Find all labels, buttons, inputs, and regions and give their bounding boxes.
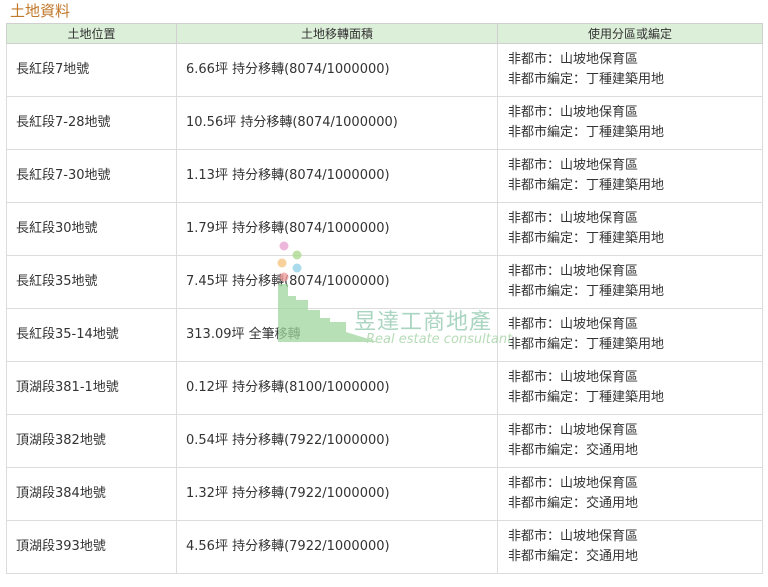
transfer-area-cell: 7.45坪 持分移轉(8074/1000000) <box>176 255 498 309</box>
zoning-line: 非都市：山坡地保育區 <box>508 264 639 279</box>
transfer-area-cell: 1.13坪 持分移轉(8074/1000000) <box>176 149 498 203</box>
zoning-cell: 非都市：山坡地保育區非都市編定：丁種建築用地 <box>497 43 763 97</box>
transfer-area-cell: 0.54坪 持分移轉(7922/1000000) <box>176 414 498 468</box>
table-row: 長紅段35-14地號 313.09坪 全筆移轉 非都市：山坡地保育區非都市編定：丁種… <box>6 308 763 362</box>
land-location-cell: 頂湖段382地號 <box>6 414 177 468</box>
zoning-line: 非都市：山坡地保育區 <box>508 158 639 173</box>
table-row: 頂湖段381-1地號 0.12坪 持分移轉(8100/1000000) 非都市：山坡… <box>6 361 763 415</box>
land-location-cell: 長紅段35-14地號 <box>6 308 177 362</box>
table-row: 頂湖段393地號 4.56坪 持分移轉(7922/1000000) 非都市：山坡地保… <box>6 520 763 574</box>
land-location-cell: 長紅段7地號 <box>6 43 177 97</box>
transfer-area-cell: 1.79坪 持分移轉(8074/1000000) <box>176 202 498 256</box>
header-zoning: 使用分區或編定 <box>497 23 763 44</box>
zoning-cell: 非都市：山坡地保育區非都市編定：丁種建築用地 <box>497 255 763 309</box>
table-row: 長紅段7-30地號 1.13坪 持分移轉(8074/1000000) 非都市：山坡地… <box>6 149 763 203</box>
table-header-row: 土地位置 土地移轉面積 使用分區或編定 <box>6 23 763 44</box>
designation-line: 非都市編定：丁種建築用地 <box>508 231 665 246</box>
section-title: 土地資料 <box>10 2 71 20</box>
zoning-cell: 非都市：山坡地保育區非都市編定：丁種建築用地 <box>497 96 763 150</box>
designation-line: 非都市編定：交通用地 <box>508 549 639 564</box>
designation-line: 非都市編定：丁種建築用地 <box>508 284 665 299</box>
table-row: 長紅段30地號 1.79坪 持分移轉(8074/1000000) 非都市：山坡地保育… <box>6 202 763 256</box>
zoning-cell: 非都市：山坡地保育區 非都市編定：交通用地 <box>497 467 763 521</box>
transfer-area-cell: 313.09坪 全筆移轉 <box>176 308 498 362</box>
designation-line: 非都市編定：丁種建築用地 <box>508 178 665 193</box>
transfer-area-cell: 10.56坪 持分移轉(8074/1000000) <box>176 96 498 150</box>
zoning-cell: 非都市：山坡地保育區非都市編定：丁種建築用地 <box>497 202 763 256</box>
land-location-cell: 長紅段7-30地號 <box>6 149 177 203</box>
zoning-line: 非都市：山坡地保育區 <box>508 529 639 544</box>
land-location-cell: 長紅段35地號 <box>6 255 177 309</box>
header-location: 土地位置 <box>6 23 177 44</box>
land-location-cell: 長紅段7-28地號 <box>6 96 177 150</box>
header-area: 土地移轉面積 <box>176 23 498 44</box>
transfer-area-cell: 1.32坪 持分移轉(7922/1000000) <box>176 467 498 521</box>
zoning-line: 非都市：山坡地保育區 <box>508 52 639 67</box>
table-row: 頂湖段382地號 0.54坪 持分移轉(7922/1000000) 非都市：山坡地保… <box>6 414 763 468</box>
land-location-cell: 頂湖段381-1地號 <box>6 361 177 415</box>
zoning-cell: 非都市：山坡地保育區非都市編定：丁種建築用地 <box>497 308 763 362</box>
table-row: 長紅段7地號 6.66坪 持分移轉(8074/1000000) 非都市：山坡地保育區… <box>6 43 763 97</box>
designation-line: 非都市編定：丁種建築用地 <box>508 390 665 405</box>
zoning-cell: 非都市：山坡地保育區非都市編定：丁種建築用地 <box>497 361 763 415</box>
table-row: 頂湖段384地號 1.32坪 持分移轉(7922/1000000) 非都市：山坡地保… <box>6 467 763 521</box>
zoning-line: 非都市：山坡地保育區 <box>508 105 639 120</box>
zoning-cell: 非都市：山坡地保育區 非都市編定：交通用地 <box>497 414 763 468</box>
transfer-area-cell: 4.56坪 持分移轉(7922/1000000) <box>176 520 498 574</box>
zoning-line: 非都市：山坡地保育區 <box>508 370 639 385</box>
designation-line: 非都市編定：交通用地 <box>508 496 639 511</box>
designation-line: 非都市編定：丁種建築用地 <box>508 72 665 87</box>
land-location-cell: 頂湖段393地號 <box>6 520 177 574</box>
designation-line: 非都市編定：丁種建築用地 <box>508 337 665 352</box>
transfer-area-cell: 0.12坪 持分移轉(8100/1000000) <box>176 361 498 415</box>
table-row: 長紅段35地號 7.45坪 持分移轉(8074/1000000) 非都市：山坡地保育… <box>6 255 763 309</box>
transfer-area-cell: 6.66坪 持分移轉(8074/1000000) <box>176 43 498 97</box>
zoning-cell: 非都市：山坡地保育區非都市編定：丁種建築用地 <box>497 149 763 203</box>
land-location-cell: 長紅段30地號 <box>6 202 177 256</box>
land-table: 土地位置 土地移轉面積 使用分區或編定 長紅段7地號 6.66坪 持分移轉(807… <box>6 23 763 574</box>
designation-line: 非都市編定：交通用地 <box>508 443 639 458</box>
designation-line: 非都市編定：丁種建築用地 <box>508 125 665 140</box>
zoning-cell: 非都市：山坡地保育區 非都市編定：交通用地 <box>497 520 763 574</box>
zoning-line: 非都市：山坡地保育區 <box>508 211 639 226</box>
zoning-line: 非都市：山坡地保育區 <box>508 476 639 491</box>
land-location-cell: 頂湖段384地號 <box>6 467 177 521</box>
zoning-line: 非都市：山坡地保育區 <box>508 317 639 332</box>
table-row: 長紅段7-28地號 10.56坪 持分移轉(8074/1000000) 非都市：山坡… <box>6 96 763 150</box>
zoning-line: 非都市：山坡地保育區 <box>508 423 639 438</box>
